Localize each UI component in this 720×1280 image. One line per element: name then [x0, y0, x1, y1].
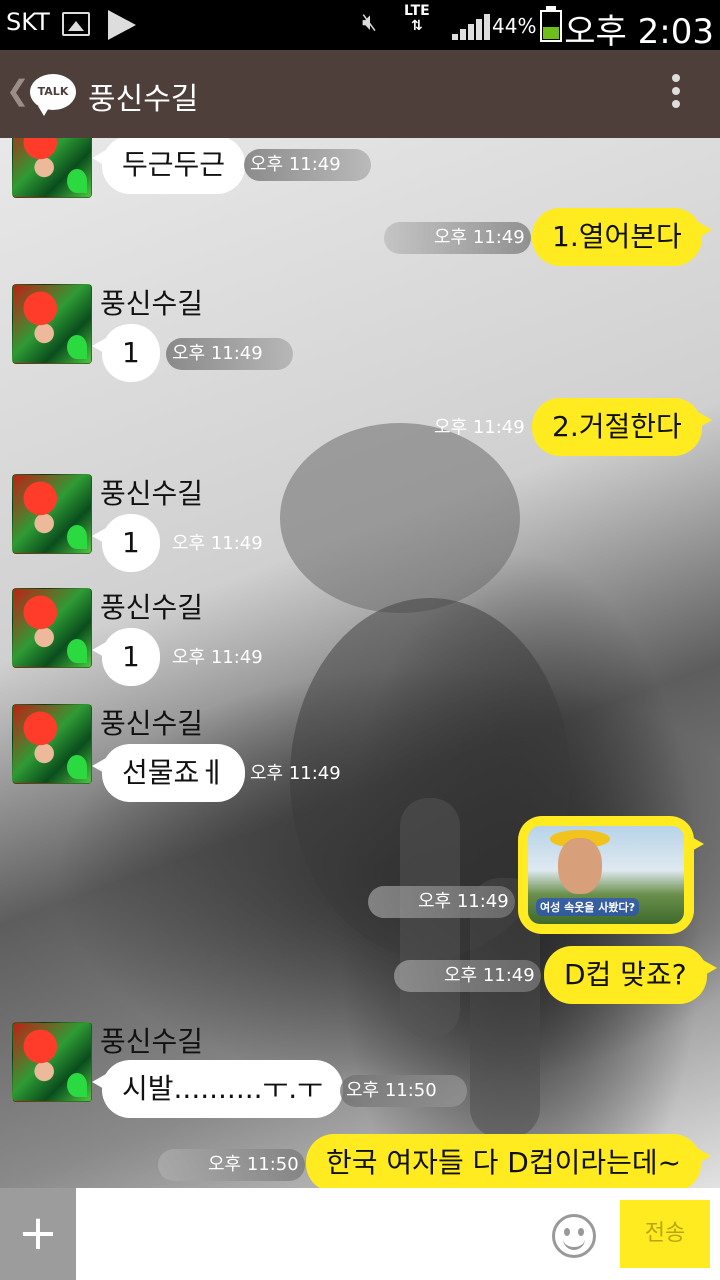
message-bubble-incoming[interactable]: 1 — [92, 324, 160, 382]
message-time: 오후 11:49 — [394, 960, 541, 992]
sender-avatar[interactable] — [12, 704, 92, 784]
signal-icon — [452, 14, 490, 40]
message-time: 오후 11:49 — [172, 533, 263, 554]
message-time: 오후 11:49 — [384, 222, 531, 254]
message-time: 오후 11:49 — [166, 338, 293, 370]
photo-caption: 여성 속옷을 사봤다? — [536, 898, 639, 916]
sender-name: 풍신수길 — [100, 287, 204, 320]
image-icon — [62, 12, 90, 36]
emoticon-icon[interactable] — [552, 1214, 596, 1258]
talk-logo-icon[interactable]: TALK — [30, 74, 76, 116]
attach-plus-button[interactable]: + — [0, 1188, 76, 1280]
mute-icon: 🔇︎ — [362, 8, 378, 36]
message-bubble-outgoing[interactable]: D컵 맞죠? — [544, 946, 717, 1004]
message-bubble-incoming[interactable]: 두근두근 — [91, 138, 246, 194]
message-bubble-outgoing[interactable]: 2.거절한다 — [532, 398, 712, 456]
battery-percent: 44% — [492, 14, 537, 38]
message-time: 오후 11:49 — [172, 647, 263, 668]
sender-avatar[interactable] — [12, 138, 92, 198]
leopard-background-image — [280, 423, 570, 1138]
overflow-menu-icon[interactable] — [668, 74, 684, 118]
message-bubble-incoming[interactable]: 1 — [92, 628, 160, 686]
message-input-bar: + 전송 — [0, 1188, 720, 1280]
message-bubble-incoming[interactable]: 시발..........ㅜ.ㅜ — [92, 1060, 343, 1118]
network-label: LTE ⇅ — [404, 3, 430, 34]
play-icon — [108, 10, 136, 40]
message-time: 오후 11:49 — [250, 763, 341, 784]
sender-avatar[interactable] — [12, 1022, 92, 1102]
battery-icon — [540, 6, 562, 42]
sender-name: 풍신수길 — [100, 707, 204, 740]
photo-face — [558, 838, 602, 894]
message-time: 오후 11:49 — [244, 149, 371, 181]
message-bubble-incoming[interactable]: 선물죠ㅔ — [91, 744, 246, 802]
image-message-bubble[interactable]: 여성 속옷을 사봤다? — [518, 816, 704, 934]
chat-header: ❮ TALK 풍신수길 — [0, 50, 720, 138]
message-bubble-outgoing[interactable]: 한국 여자들 다 D컵이라는데~ — [306, 1134, 712, 1188]
sender-avatar[interactable] — [12, 284, 92, 364]
chat-title: 풍신수길 — [88, 82, 199, 117]
sender-name: 풍신수길 — [100, 1025, 204, 1058]
message-input[interactable] — [76, 1188, 546, 1280]
sender-name: 풍신수길 — [100, 477, 204, 510]
message-bubble-outgoing[interactable]: 1.열어본다 — [532, 208, 712, 266]
message-time: 오후 11:49 — [368, 886, 515, 918]
status-bar: SKT 🔇︎ LTE ⇅ 44% 오후 2:03 — [0, 0, 720, 52]
message-time: 오후 11:50 — [158, 1149, 305, 1181]
sender-avatar[interactable] — [12, 474, 92, 554]
shared-photo-thumbnail[interactable]: 여성 속옷을 사봤다? — [528, 826, 684, 924]
carrier-label: SKT — [6, 8, 50, 36]
sender-avatar[interactable] — [12, 588, 92, 668]
sender-name: 풍신수길 — [100, 591, 204, 624]
message-time: 오후 11:50 — [340, 1075, 467, 1107]
clock: 오후 2:03 — [564, 12, 714, 52]
send-button[interactable]: 전송 — [620, 1200, 710, 1268]
message-time: 오후 11:49 — [434, 417, 525, 438]
back-chevron-icon[interactable]: ❮ — [6, 74, 29, 107]
chat-area[interactable]: 두근두근 오후 11:49 오후 11:49 1.열어본다 풍신수길 1 오후 … — [0, 138, 720, 1188]
message-bubble-incoming[interactable]: 1 — [92, 514, 160, 572]
